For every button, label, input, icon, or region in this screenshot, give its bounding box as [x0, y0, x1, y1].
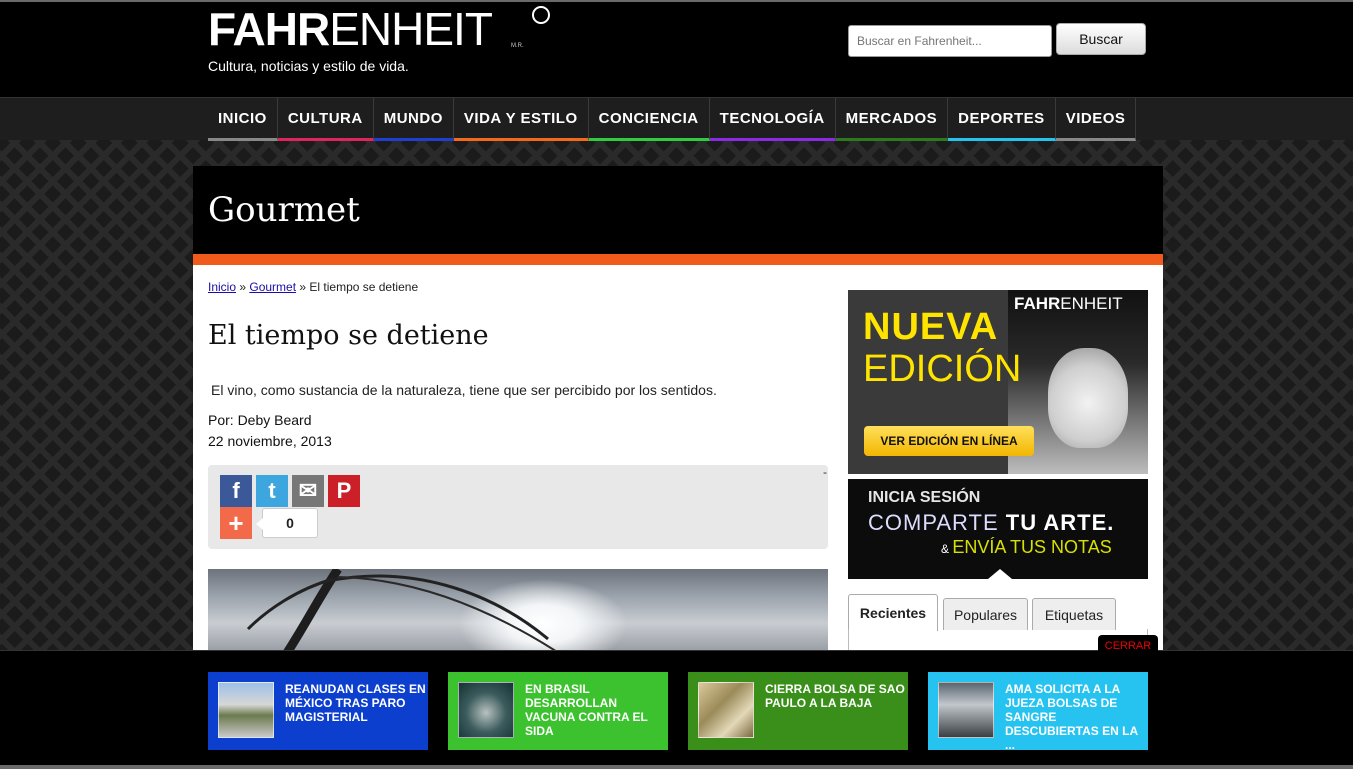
site-logo[interactable]: FAHRENHEIT M.R.: [208, 3, 550, 55]
news-card[interactable]: REANUDAN CLASES EN MÉXICO TRAS PARO MAGI…: [208, 672, 428, 750]
nav-item-inicio[interactable]: INICIO: [208, 98, 278, 141]
magazine-logo: FAHRENHEIT: [1014, 294, 1123, 313]
nav-item-deportes[interactable]: DEPORTES: [948, 98, 1056, 141]
share-divider: -: [823, 465, 827, 479]
breadcrumb-section-link[interactable]: Gourmet: [249, 280, 296, 294]
news-headline: AMA SOLICITA A LA JUEZA BOLSAS DE SANGRE…: [1005, 682, 1138, 752]
tab-etiquetas[interactable]: Etiquetas: [1032, 598, 1116, 630]
promo-pointer: [988, 569, 1012, 579]
article-author: Por: Deby Beard: [208, 412, 312, 428]
section-title: Gourmet: [208, 190, 360, 230]
nav-item-tecnologia[interactable]: TECNOLOGÍA: [709, 98, 836, 141]
article-summary: El vino, como sustancia de la naturaleza…: [211, 382, 717, 398]
logo-trademark: M.R.: [511, 43, 524, 49]
section-header: Gourmet: [193, 166, 1163, 254]
window-bottom-edge: [0, 765, 1353, 769]
add-share-icon[interactable]: +: [220, 507, 252, 539]
breadcrumb-separator: »: [296, 280, 310, 294]
tab-recientes[interactable]: Recientes: [848, 594, 938, 631]
logo-bold: FAHR: [208, 3, 330, 55]
section-accent-bar: [193, 254, 1163, 265]
share-count: 0: [256, 508, 318, 538]
news-headline: EN BRASIL DESARROLLAN VACUNA CONTRA EL S…: [525, 682, 648, 738]
logo-light: ENHEIT: [329, 3, 493, 55]
news-card[interactable]: EN BRASIL DESARROLLAN VACUNA CONTRA EL S…: [448, 672, 668, 750]
breadcrumb: Inicio » Gourmet » El tiempo se detiene: [208, 280, 418, 294]
share-toolbar: f t ✉ P + 0: [208, 465, 828, 549]
search-input[interactable]: [848, 25, 1052, 57]
article-date: 22 noviembre, 2013: [208, 433, 332, 449]
news-thumbnail: [218, 682, 274, 738]
facebook-icon[interactable]: f: [220, 475, 252, 507]
email-icon[interactable]: ✉: [292, 475, 324, 507]
news-thumbnail: [698, 682, 754, 738]
twitter-icon[interactable]: t: [256, 475, 288, 507]
promo-share-text: COMPARTE TU ARTE.: [868, 510, 1115, 535]
news-card[interactable]: AMA SOLICITA A LA JUEZA BOLSAS DE SANGRE…: [928, 672, 1148, 752]
search-button[interactable]: Buscar: [1056, 23, 1146, 55]
breadcrumb-home-link[interactable]: Inicio: [208, 280, 236, 294]
pinterest-icon[interactable]: P: [328, 475, 360, 507]
news-ticker-bar: REANUDAN CLASES EN MÉXICO TRAS PARO MAGI…: [0, 650, 1353, 769]
tab-populares[interactable]: Populares: [943, 598, 1028, 630]
cover-model-image: [1048, 348, 1128, 448]
ad-headline-edicion: EDICIÓN: [863, 348, 1022, 390]
close-ticker-button[interactable]: CERRAR: [1098, 635, 1158, 657]
news-headline: REANUDAN CLASES EN MÉXICO TRAS PARO MAGI…: [285, 682, 426, 724]
promo-send-text: & ENVÍA TUS NOTAS: [941, 537, 1112, 557]
news-headline: CIERRA BOLSA DE SAO PAULO A LA BAJA: [765, 682, 905, 710]
login-promo-banner[interactable]: INICIA SESIÓN COMPARTE TU ARTE. & ENVÍA …: [848, 479, 1148, 579]
logo-degree-icon: [532, 6, 550, 24]
logo-wordmark: FAHRENHEIT: [208, 3, 493, 55]
breadcrumb-current: El tiempo se detiene: [309, 280, 419, 294]
main-nav: INICIO CULTURA MUNDO VIDA Y ESTILO CONCI…: [208, 98, 1137, 141]
view-online-edition-button[interactable]: VER EDICIÓN EN LÍNEA: [864, 426, 1034, 456]
nav-item-mundo[interactable]: MUNDO: [373, 98, 454, 141]
news-thumbnail: [938, 682, 994, 738]
site-tagline: Cultura, noticias y estilo de vida.: [208, 58, 409, 74]
nav-item-vida-y-estilo[interactable]: VIDA Y ESTILO: [453, 98, 589, 141]
article-title: El tiempo se detiene: [208, 320, 489, 351]
nav-item-mercados[interactable]: MERCADOS: [835, 98, 949, 141]
article-photo: [208, 569, 828, 650]
nav-item-conciencia[interactable]: CONCIENCIA: [588, 98, 710, 141]
breadcrumb-separator: »: [236, 280, 250, 294]
news-card[interactable]: CIERRA BOLSA DE SAO PAULO A LA BAJA: [688, 672, 908, 750]
news-thumbnail: [458, 682, 514, 738]
ad-headline-nueva: NUEVA: [863, 306, 999, 348]
promo-login-text: INICIA SESIÓN: [868, 489, 981, 506]
main-nav-bar: INICIO CULTURA MUNDO VIDA Y ESTILO CONCI…: [0, 97, 1353, 141]
nav-item-cultura[interactable]: CULTURA: [277, 98, 374, 141]
site-header: FAHRENHEIT M.R. Cultura, noticias y esti…: [0, 0, 1353, 97]
nav-item-videos[interactable]: VIDEOS: [1055, 98, 1137, 141]
palm-tree-silhouette: [246, 569, 556, 650]
new-edition-ad[interactable]: FAHRENHEIT NUEVA EDICIÓN VER EDICIÓN EN …: [848, 290, 1148, 474]
content-area: Inicio » Gourmet » El tiempo se detiene …: [193, 265, 1163, 650]
